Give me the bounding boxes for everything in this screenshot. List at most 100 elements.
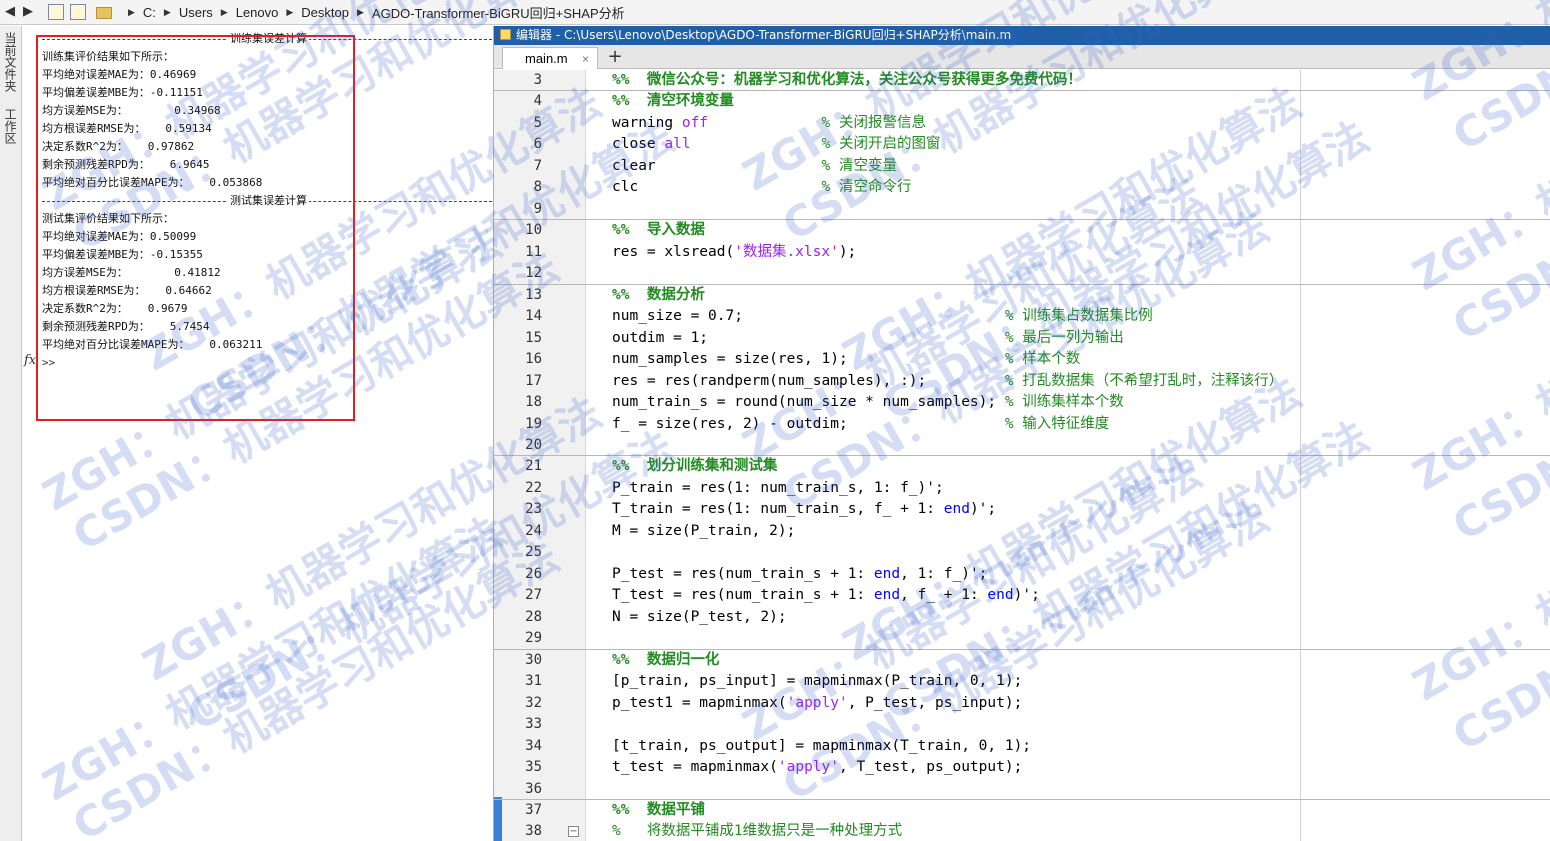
- up-folder-icon[interactable]: [48, 4, 64, 20]
- code-text: num_samples = size(res, 1); % 样本个数: [612, 351, 1081, 368]
- code-line[interactable]: 37 %% 数据平铺: [494, 800, 1550, 821]
- code-text: res = res(randperm(num_samples), :); % 打…: [612, 372, 1284, 389]
- line-number: 22: [525, 479, 542, 496]
- command-prompt[interactable]: >>: [42, 354, 492, 372]
- code-line[interactable]: 11 res = xlsread('数据集.xlsx');: [494, 242, 1550, 263]
- code-line[interactable]: 27 T_test = res(num_train_s + 1: end, f_ …: [494, 585, 1550, 606]
- code-line[interactable]: 3 %% 微信公众号：机器学习和优化算法，关注公众号获得更多免费代码！: [494, 70, 1550, 91]
- breadcrumb-item[interactable]: Lenovo: [236, 5, 279, 20]
- code-text: clear % 清空变量: [612, 157, 897, 174]
- browse-folder-icon[interactable]: [70, 4, 86, 20]
- code-line[interactable]: 15 outdim = 1; % 最后一列为输出: [494, 328, 1550, 349]
- line-number: 20: [525, 436, 542, 453]
- line-number: 9: [533, 200, 542, 217]
- side-panel-strip: 当前文件夹 工作区: [0, 26, 22, 841]
- code-line[interactable]: 38 − % 将数据平铺成1维数据只是一种处理方式: [494, 821, 1550, 841]
- code-text: % 将数据平铺成1维数据只是一种处理方式: [612, 823, 903, 840]
- fx-icon[interactable]: fx: [24, 353, 36, 368]
- editor-icon: [500, 29, 511, 40]
- code-text: [t_train, ps_output] = mapminmax(T_train…: [612, 737, 1032, 754]
- output-line: 决定系数R^2为： 0.9679: [42, 302, 188, 315]
- line-number: 29: [525, 630, 542, 647]
- forward-arrow-icon[interactable]: ▶: [20, 4, 36, 20]
- code-line[interactable]: 35 t_test = mapminmax('apply', T_test, ps…: [494, 757, 1550, 778]
- code-text: P_train = res(1: num_train_s, 1: f_)';: [612, 479, 944, 496]
- code-line[interactable]: 24 M = size(P_train, 2);: [494, 521, 1550, 542]
- fold-collapse-icon[interactable]: −: [568, 826, 579, 838]
- output-line: 剩余预测残差RPD为： 5.7454: [42, 320, 210, 333]
- tab-workspace[interactable]: 工作区: [2, 108, 19, 144]
- breadcrumb-item[interactable]: C:: [143, 5, 156, 20]
- editor-tab-bar: main.m × +: [494, 45, 1550, 69]
- code-line[interactable]: 30 %% 数据归一化: [494, 650, 1550, 671]
- code-text: %% 导入数据: [612, 222, 705, 239]
- code-line[interactable]: 6 close all % 关闭开启的图窗: [494, 134, 1550, 155]
- breadcrumb-item[interactable]: Users: [179, 5, 213, 20]
- code-line[interactable]: 13 %% 数据分析: [494, 285, 1550, 306]
- code-line[interactable]: 19 f_ = size(res, 2) - outdim; % 输入特征维度: [494, 414, 1550, 435]
- code-line[interactable]: 34 [t_train, ps_output] = mapminmax(T_tra…: [494, 736, 1550, 757]
- code-line[interactable]: 25: [494, 542, 1550, 563]
- command-window[interactable]: 训练集误差计算 训练集评价结果如下所示： 平均绝对误差MAE为：0.46969 平均偏…: [22, 26, 493, 841]
- code-area[interactable]: 3 %% 微信公众号：机器学习和优化算法，关注公众号获得更多免费代码！ 4 %% 清空…: [494, 70, 1550, 841]
- tab-current-folder[interactable]: 当前文件夹: [2, 32, 19, 92]
- code-line[interactable]: 23 T_train = res(1: num_train_s, f_ + 1: …: [494, 499, 1550, 520]
- code-text: warning off % 关闭报警信息: [612, 114, 927, 131]
- breadcrumb-item[interactable]: AGDO-Transformer-BiGRU回归+SHAP分析: [372, 3, 625, 22]
- code-text: %% 数据分析: [612, 286, 705, 303]
- line-number: 21: [525, 458, 542, 475]
- code-text: T_train = res(1: num_train_s, f_ + 1: en…: [612, 501, 997, 518]
- code-line[interactable]: 21 %% 划分训练集和测试集: [494, 456, 1550, 477]
- code-line[interactable]: 18 num_train_s = round(num_size * num_sam…: [494, 392, 1550, 413]
- line-number: 17: [525, 372, 542, 389]
- output-line: 剩余预测残差RPD为： 6.9645: [42, 158, 210, 171]
- code-line[interactable]: 32 p_test1 = mapminmax('apply', P_test, p…: [494, 693, 1550, 714]
- code-line[interactable]: 33: [494, 714, 1550, 735]
- tab-main-m[interactable]: main.m ×: [502, 47, 598, 69]
- line-number: 10: [525, 222, 542, 239]
- code-line[interactable]: 10 %% 导入数据: [494, 220, 1550, 241]
- code-line[interactable]: 28 N = size(P_test, 2);: [494, 607, 1550, 628]
- close-icon[interactable]: ×: [582, 48, 589, 70]
- code-line[interactable]: 31 [p_train, ps_input] = mapminmax(P_trai…: [494, 671, 1550, 692]
- code-text: %% 数据平铺: [612, 801, 705, 818]
- code-line[interactable]: 9: [494, 199, 1550, 220]
- code-line[interactable]: 5 warning off % 关闭报警信息: [494, 113, 1550, 134]
- line-number: 3: [533, 72, 542, 88]
- add-tab-button[interactable]: +: [604, 47, 626, 69]
- back-arrow-icon[interactable]: ◀: [2, 4, 18, 20]
- line-number: 4: [533, 93, 542, 110]
- output-line: 决定系数R^2为： 0.97862: [42, 140, 195, 153]
- line-number: 31: [525, 673, 542, 690]
- section-divider: 测试集误差计算: [42, 192, 492, 210]
- editor-title: 编辑器 - C:\Users\Lenovo\Desktop\AGDO-Trans…: [516, 28, 1012, 42]
- output-line: 平均绝对百分比误差MAPE为： 0.063211: [42, 338, 263, 351]
- line-number: 26: [525, 565, 542, 582]
- chevron-right-icon: ▶: [128, 7, 135, 18]
- code-line[interactable]: 26 P_test = res(num_train_s + 1: end, 1: …: [494, 564, 1550, 585]
- code-line[interactable]: 4 %% 清空环境变量: [494, 91, 1550, 112]
- code-line[interactable]: 22 P_train = res(1: num_train_s, 1: f_)';: [494, 478, 1550, 499]
- code-text: %% 微信公众号：机器学习和优化算法，关注公众号获得更多免费代码！: [612, 72, 1082, 88]
- code-line[interactable]: 8 clc % 清空命令行: [494, 177, 1550, 198]
- code-text: clc % 清空命令行: [612, 179, 912, 196]
- code-line[interactable]: 17 res = res(randperm(num_samples), :); %…: [494, 371, 1550, 392]
- code-line[interactable]: 29: [494, 628, 1550, 649]
- code-line[interactable]: 12: [494, 263, 1550, 284]
- line-number: 15: [525, 329, 542, 346]
- code-line[interactable]: 14 num_size = 0.7; % 训练集占数据集比例: [494, 306, 1550, 327]
- line-number: 11: [525, 243, 542, 260]
- line-number: 23: [525, 501, 542, 518]
- divider-label: 训练集误差计算: [228, 30, 309, 48]
- code-line[interactable]: 16 num_samples = size(res, 1); % 样本个数: [494, 349, 1550, 370]
- code-line[interactable]: 7 clear % 清空变量: [494, 156, 1550, 177]
- output-line: 平均偏差误差MBE为：-0.15355: [42, 248, 203, 261]
- breadcrumb: ▶ C: ▶ Users ▶ Lenovo ▶ Desktop ▶ AGDO-Transforme…: [96, 0, 625, 25]
- line-number: 27: [525, 587, 542, 604]
- breadcrumb-item[interactable]: Desktop: [301, 5, 349, 20]
- code-text: num_size = 0.7; % 训练集占数据集比例: [612, 308, 1153, 325]
- line-number: 18: [525, 394, 542, 411]
- code-line[interactable]: 36: [494, 779, 1550, 800]
- code-line[interactable]: 20: [494, 435, 1550, 456]
- line-number: 7: [533, 157, 542, 174]
